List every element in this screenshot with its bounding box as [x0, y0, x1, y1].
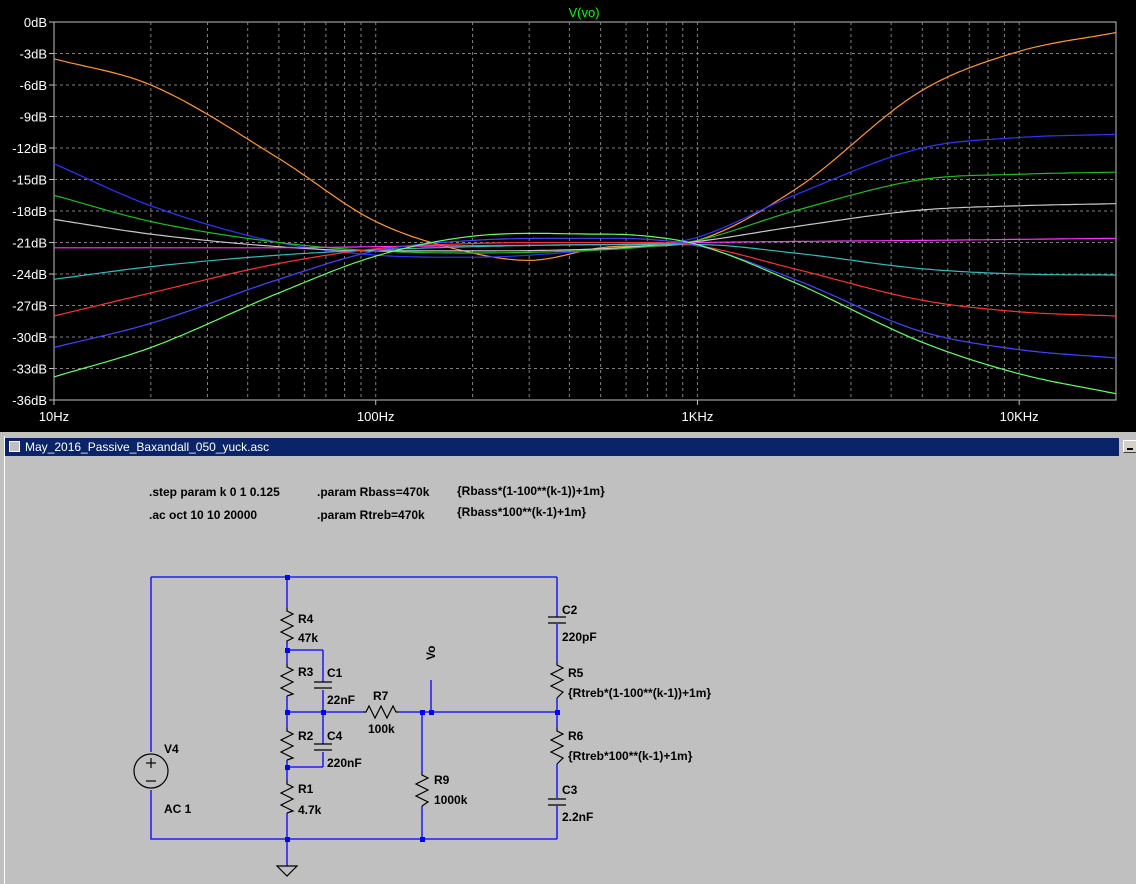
- r1-name[interactable]: R1: [298, 782, 314, 796]
- y-tick-label: -24dB: [12, 267, 47, 282]
- y-tick-label: -36dB: [12, 393, 47, 408]
- r5-name[interactable]: R5: [568, 666, 584, 680]
- voltage-source-v4[interactable]: [133, 753, 169, 789]
- y-axis-ticks: 0dB -3dB -6dB -9dB -12dB -15dB -18dB -21dB -24dB…: [12, 15, 54, 408]
- x-tick-label: 1KHz: [682, 409, 714, 424]
- schematic-window[interactable]: May_2016_Passive_Baxandall_050_yuck.asc …: [4, 436, 1136, 884]
- r1-value[interactable]: 4.7k: [298, 803, 322, 817]
- y-tick-label: -15dB: [12, 173, 47, 188]
- x-tick-label: 10KHz: [1000, 409, 1039, 424]
- directive-ac[interactable]: .ac oct 10 10 20000: [149, 508, 257, 522]
- capacitor-c1-icon[interactable]: [314, 681, 332, 689]
- r4-name[interactable]: R4: [298, 612, 314, 626]
- c2-name[interactable]: C2: [562, 603, 578, 617]
- resistor-r5-icon[interactable]: [549, 662, 565, 699]
- y-tick-label: -12dB: [12, 141, 47, 156]
- y-tick-label: -6dB: [20, 78, 47, 93]
- r2-name[interactable]: R2: [298, 729, 314, 743]
- y-tick-label: -3dB: [20, 47, 47, 62]
- schematic-canvas[interactable]: .step param k 0 1 0.125 .ac oct 10 10 20…: [5, 436, 1136, 884]
- net-label-vo[interactable]: Vo: [424, 646, 438, 660]
- resistor-r2-icon[interactable]: [279, 728, 295, 761]
- ground-icon[interactable]: [275, 865, 299, 877]
- resistor-r9-icon[interactable]: [414, 772, 430, 807]
- resistor-r3-icon[interactable]: [279, 664, 295, 697]
- r6-name[interactable]: R6: [568, 729, 584, 743]
- c1-name[interactable]: C1: [327, 666, 343, 680]
- r9-value[interactable]: 1000k: [434, 793, 468, 807]
- directive-step[interactable]: .step param k 0 1 0.125: [149, 485, 280, 499]
- capacitor-c2-icon[interactable]: [548, 616, 566, 624]
- x-axis-ticks: 10Hz 100Hz 1KHz 10KHz: [39, 400, 1039, 424]
- r4-value[interactable]: 47k: [298, 631, 318, 645]
- y-tick-label: -21dB: [12, 236, 47, 251]
- c3-value[interactable]: 2.2nF: [562, 810, 593, 824]
- plot-grid: [54, 22, 1116, 400]
- r5-value[interactable]: {Rtreb*(1-100**(k-1))+1m}: [568, 686, 711, 700]
- c3-name[interactable]: C3: [562, 783, 578, 797]
- expression-rbass-1[interactable]: {Rbass*(1-100**(k-1))+1m}: [457, 484, 605, 498]
- directive-param-rbass[interactable]: .param Rbass=470k: [317, 485, 430, 499]
- c4-name[interactable]: C4: [327, 729, 343, 743]
- capacitor-c4-icon[interactable]: [314, 743, 332, 751]
- y-tick-label: 0dB: [24, 15, 47, 30]
- r6-value[interactable]: {Rtreb*100**(k-1)+1m}: [568, 749, 693, 763]
- resistor-r4-icon[interactable]: [279, 608, 295, 643]
- c2-value[interactable]: 220pF: [562, 630, 597, 644]
- waveform-plot-pane[interactable]: 0dB -3dB -6dB -9dB -12dB -15dB -18dB -21dB -24dB…: [0, 0, 1136, 432]
- r3-name[interactable]: R3: [298, 665, 314, 679]
- schematic-wires[interactable]: [150, 575, 560, 866]
- resistor-r7-icon[interactable]: [363, 704, 399, 720]
- waveform-plot[interactable]: 0dB -3dB -6dB -9dB -12dB -15dB -18dB -21dB -24dB…: [0, 0, 1136, 432]
- resistor-r6-icon[interactable]: [549, 728, 565, 765]
- capacitor-c3-icon[interactable]: [548, 798, 566, 806]
- directive-param-rtreb[interactable]: .param Rtreb=470k: [317, 508, 425, 522]
- v4-value[interactable]: AC 1: [164, 802, 192, 816]
- y-tick-label: -27dB: [12, 299, 47, 314]
- y-tick-label: -30dB: [12, 330, 47, 345]
- trace-line: [53, 241, 1117, 317]
- c1-value[interactable]: 22nF: [327, 693, 355, 707]
- r7-name[interactable]: R7: [373, 689, 389, 703]
- trace-layer: [53, 31, 1117, 395]
- x-tick-label: 10Hz: [39, 409, 69, 424]
- v4-name[interactable]: V4: [164, 742, 179, 756]
- trace-line: [53, 232, 1117, 395]
- trace-line: [53, 237, 1117, 359]
- r9-name[interactable]: R9: [434, 773, 450, 787]
- y-tick-label: -9dB: [20, 110, 47, 125]
- y-tick-label: -18dB: [12, 204, 47, 219]
- expression-rbass-2[interactable]: {Rbass*100**(k-1)+1m}: [457, 505, 586, 519]
- resistor-r1-icon[interactable]: [279, 780, 295, 814]
- x-tick-label: 100Hz: [357, 409, 395, 424]
- y-tick-label: -33dB: [12, 362, 47, 377]
- c4-value[interactable]: 220nF: [327, 756, 362, 770]
- trace-label-vo[interactable]: V(vo): [568, 5, 599, 20]
- r7-value[interactable]: 100k: [368, 722, 395, 736]
